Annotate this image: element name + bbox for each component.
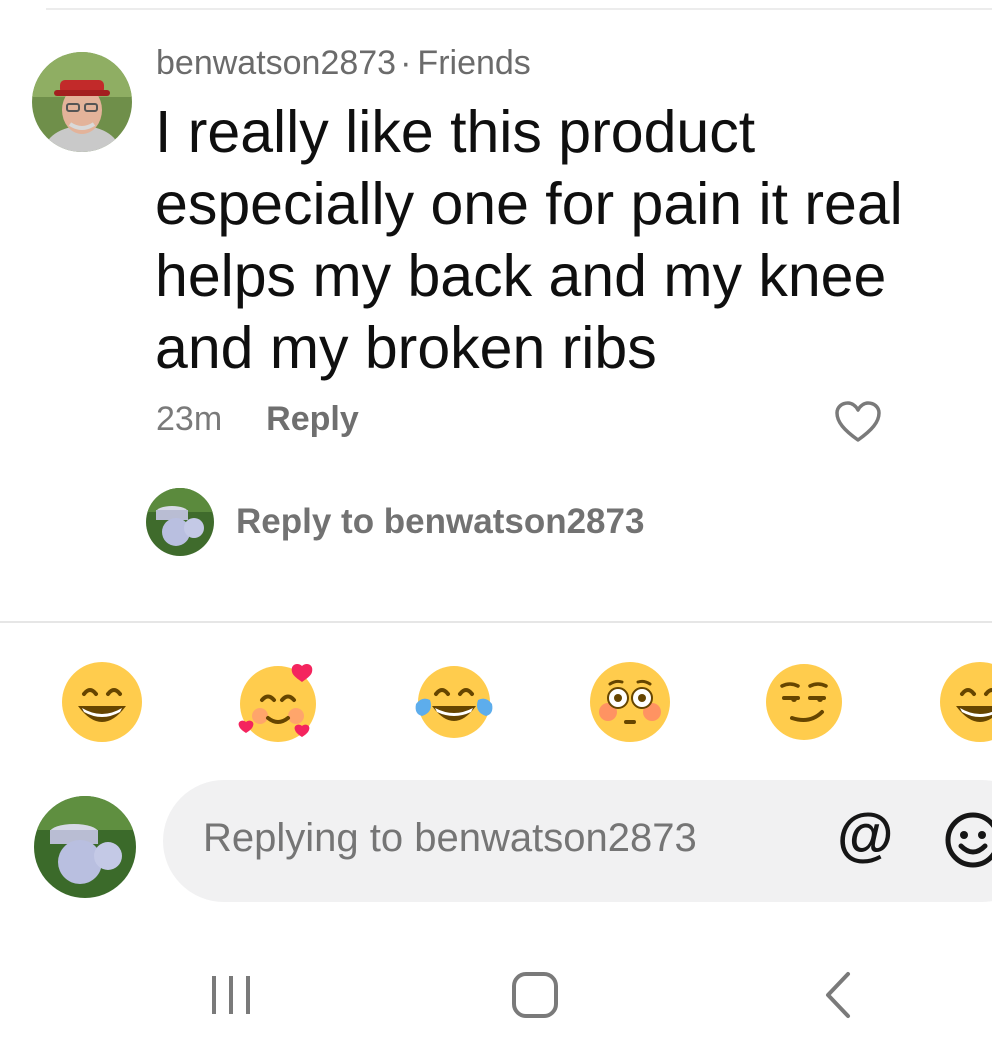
comment-text: I really like this product especially on… bbox=[155, 99, 903, 381]
comment-screen: benwatson2873 · Friends I really like this… bbox=[0, 0, 992, 1060]
comment-header: benwatson2873 · Friends bbox=[156, 44, 531, 83]
comment-meta: 23m Reply bbox=[156, 400, 359, 439]
current-user-avatar-small bbox=[146, 488, 214, 556]
recent-apps-icon[interactable] bbox=[208, 972, 254, 1018]
comment-composer[interactable]: @ bbox=[163, 780, 992, 902]
commenter-avatar[interactable] bbox=[32, 52, 132, 152]
emoji-quick-bar bbox=[60, 660, 992, 746]
relation-label: Friends bbox=[417, 44, 531, 82]
grinning-face-emoji[interactable] bbox=[938, 660, 992, 744]
smiley-outline-icon[interactable] bbox=[943, 810, 992, 870]
smirking-face-emoji[interactable] bbox=[762, 660, 846, 744]
current-user-avatar bbox=[34, 796, 136, 898]
flushed-face-emoji[interactable] bbox=[588, 660, 672, 744]
separator-dot: · bbox=[400, 44, 412, 82]
reply-to-prompt[interactable]: Reply to benwatson2873 bbox=[236, 502, 644, 542]
section-divider bbox=[0, 621, 992, 623]
comment-timestamp: 23m bbox=[156, 400, 223, 438]
reply-input[interactable] bbox=[203, 816, 803, 861]
grinning-face-emoji[interactable] bbox=[60, 660, 144, 744]
smiling-face-with-hearts-emoji[interactable] bbox=[236, 660, 320, 744]
top-divider bbox=[46, 8, 992, 10]
commenter-username[interactable]: benwatson2873 bbox=[156, 44, 396, 82]
face-with-tears-of-joy-emoji[interactable] bbox=[412, 660, 496, 744]
home-icon[interactable] bbox=[510, 970, 560, 1020]
back-icon[interactable] bbox=[822, 970, 854, 1020]
reply-button[interactable]: Reply bbox=[266, 400, 359, 438]
mention-icon[interactable]: @ bbox=[837, 806, 894, 864]
heart-outline-icon[interactable] bbox=[834, 400, 882, 444]
